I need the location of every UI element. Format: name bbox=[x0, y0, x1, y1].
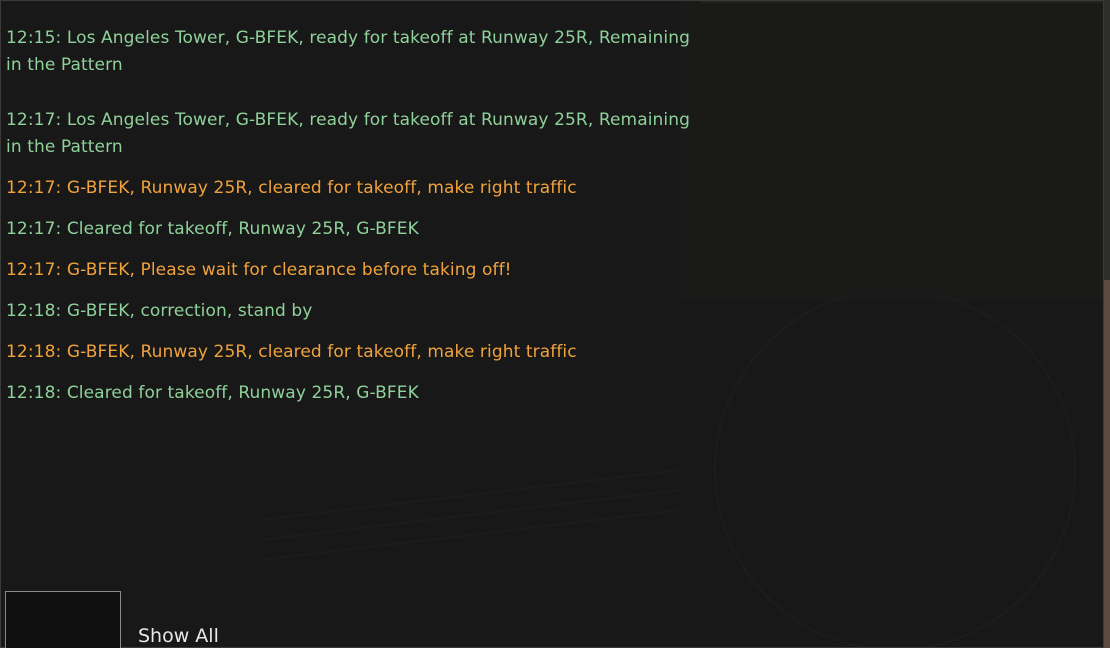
game-screen: 12:15: Los Angeles Tower, G-BFEK, ready … bbox=[0, 0, 1110, 648]
message-atc: 12:17: G-BFEK, Please wait for clearance… bbox=[6, 260, 512, 280]
show-all-label[interactable]: Show All bbox=[138, 625, 219, 647]
message-pilot: 12:18: G-BFEK, correction, stand by bbox=[6, 301, 313, 321]
atc-message-log[interactable]: 12:15: Los Angeles Tower, G-BFEK, ready … bbox=[0, 0, 1104, 648]
message-pilot: 12:17: Cleared for takeoff, Runway 25R, … bbox=[6, 219, 419, 239]
message-atc: 12:18: G-BFEK, Runway 25R, cleared for t… bbox=[6, 342, 577, 362]
message-pilot: 12:15: Los Angeles Tower, G-BFEK, ready … bbox=[6, 28, 691, 75]
show-all-checkbox[interactable] bbox=[5, 591, 121, 648]
message-pilot: 12:18: Cleared for takeoff, Runway 25R, … bbox=[6, 383, 419, 403]
message-pilot: 12:17: Los Angeles Tower, G-BFEK, ready … bbox=[6, 110, 691, 157]
message-atc: 12:17: G-BFEK, Runway 25R, cleared for t… bbox=[6, 178, 577, 198]
message-list: 12:15: Los Angeles Tower, G-BFEK, ready … bbox=[6, 25, 706, 421]
